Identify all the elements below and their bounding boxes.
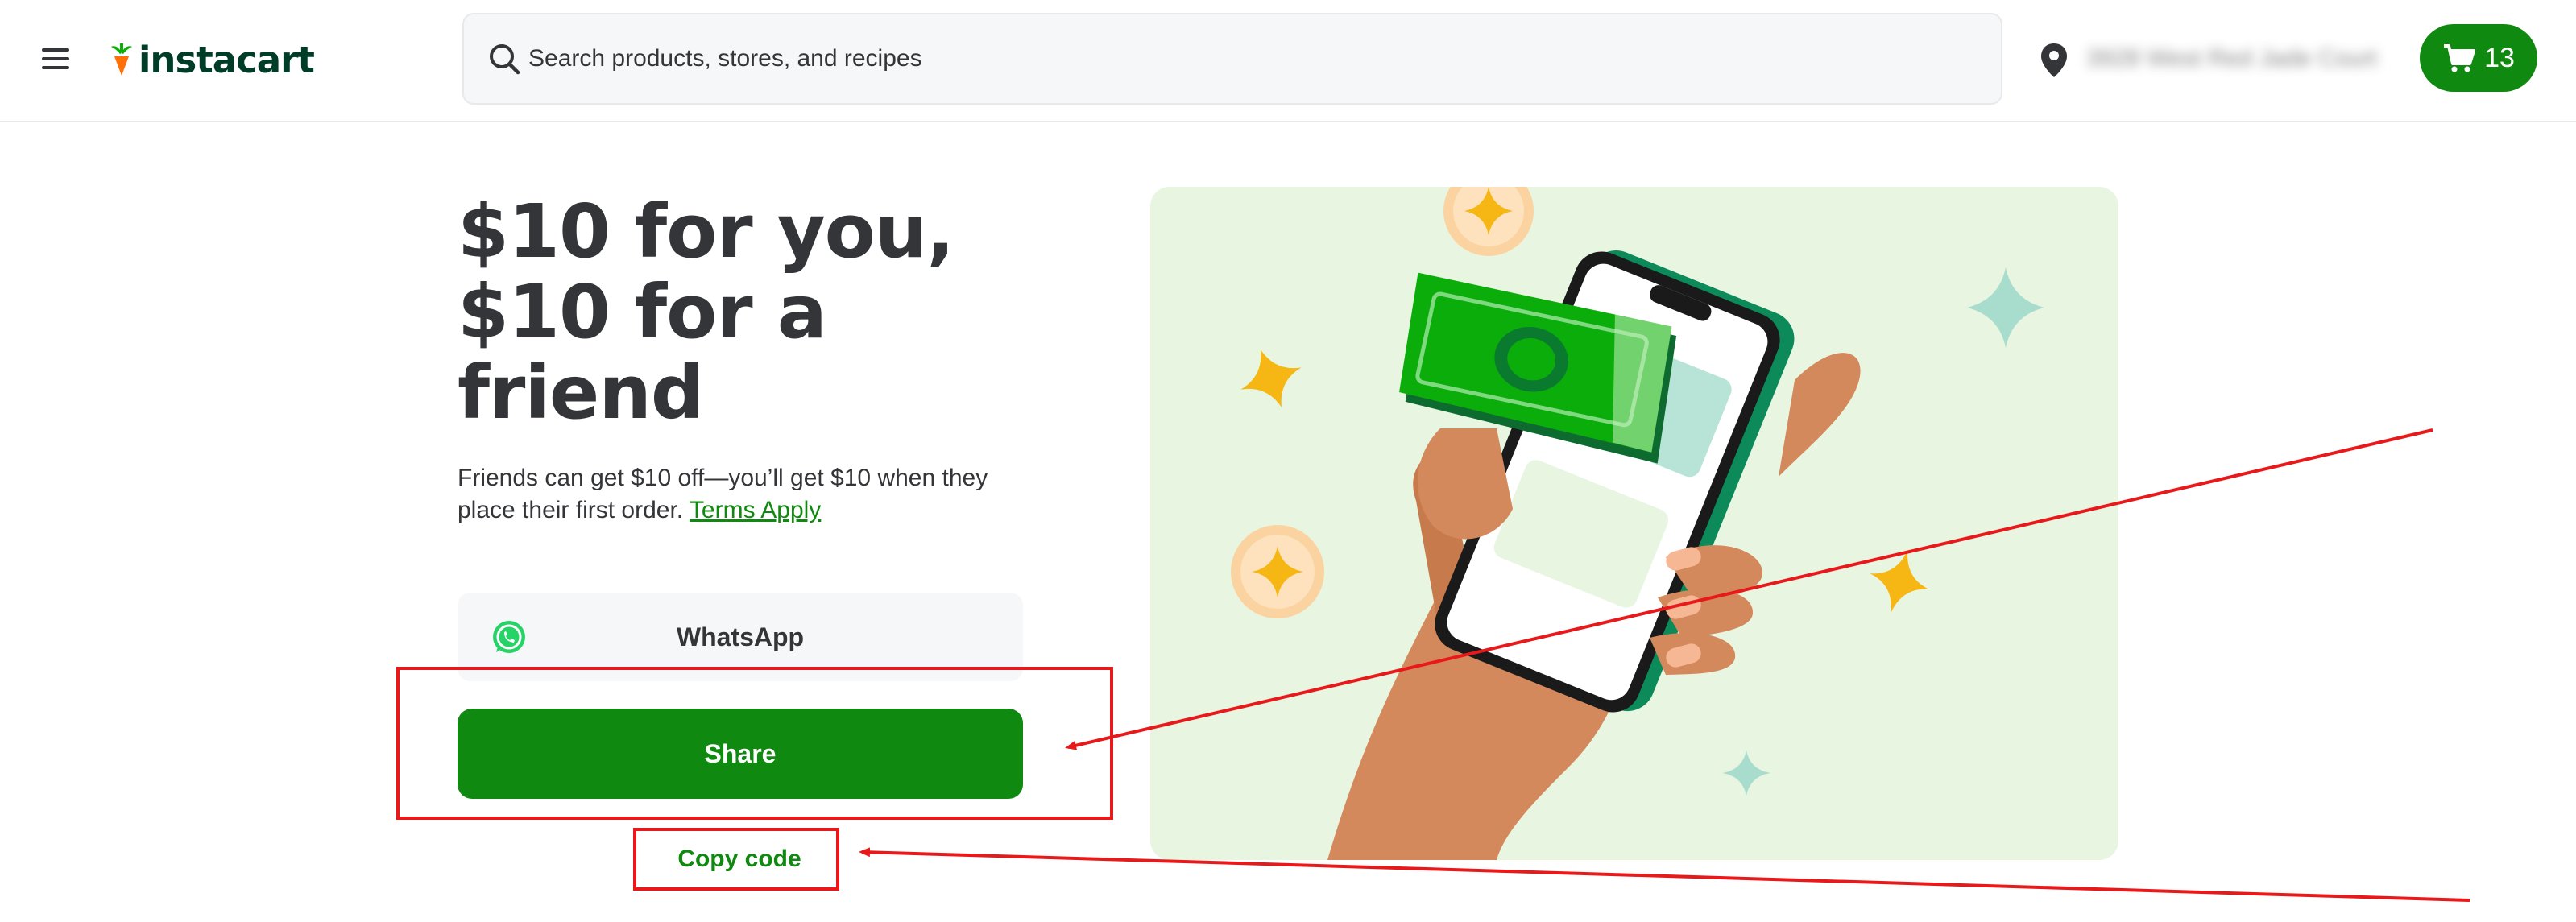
cart-button[interactable]: 13	[2420, 24, 2537, 92]
share-button[interactable]: Share	[458, 709, 1023, 799]
carrot-logo-icon	[111, 43, 132, 76]
location-pin-icon[interactable]	[2038, 42, 2070, 79]
search-input[interactable]: Search products, stores, and recipes	[462, 13, 2002, 105]
whatsapp-button[interactable]: WhatsApp	[458, 593, 1023, 681]
referral-illustration	[1150, 187, 2118, 860]
menu-icon[interactable]	[42, 47, 74, 71]
cart-count: 13	[2484, 42, 2515, 73]
top-navigation-bar: instacart Search products, stores, and r…	[0, 0, 2576, 122]
terms-apply-link[interactable]: Terms Apply	[690, 497, 821, 523]
delivery-address[interactable]: 3928 West Red Jade Court	[2086, 45, 2407, 77]
whatsapp-label: WhatsApp	[676, 622, 805, 651]
cart-icon	[2444, 44, 2476, 72]
whatsapp-icon	[493, 621, 525, 653]
page-headline: $10 for you, $10 for a friend	[458, 188, 955, 436]
search-icon	[490, 44, 520, 75]
instacart-logo[interactable]: instacart	[108, 35, 315, 84]
referral-description: Friends can get $10 off—you’ll get $10 w…	[458, 462, 1037, 527]
hand-holding-phone-illustration	[1231, 187, 2044, 860]
copy-code-button[interactable]: Copy code	[633, 846, 846, 881]
share-label: Share	[704, 738, 777, 768]
search-placeholder: Search products, stores, and recipes	[528, 45, 922, 72]
logo-wordmark: instacart	[139, 38, 315, 81]
